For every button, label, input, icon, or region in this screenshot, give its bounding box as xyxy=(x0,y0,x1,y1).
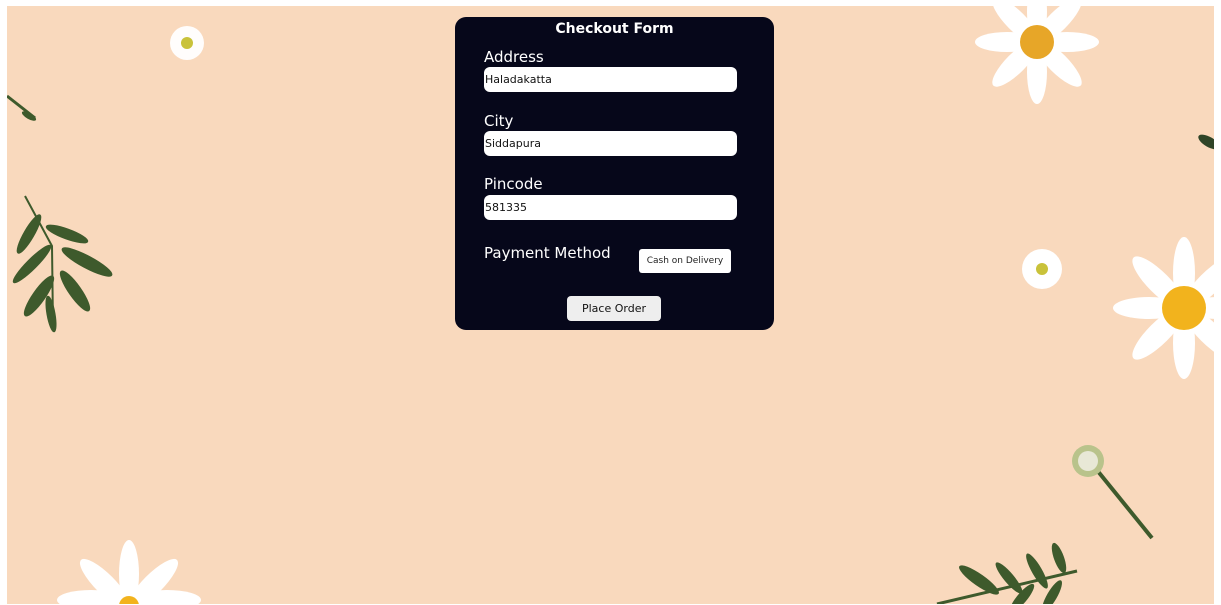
form-title: Checkout Form xyxy=(555,21,674,37)
payment-method-select[interactable]: Cash on Delivery xyxy=(639,249,731,273)
daisy-top-right xyxy=(975,6,1099,104)
leaf-sprig-left-top xyxy=(7,94,37,121)
page-background: Checkout Form Address City Pincode Payme… xyxy=(7,6,1214,604)
address-input[interactable] xyxy=(484,67,737,92)
olive-branch-bottom-right xyxy=(936,542,1078,604)
city-label: City xyxy=(484,112,514,130)
city-input[interactable] xyxy=(484,131,737,156)
small-daisy-top-left xyxy=(170,26,204,60)
daisy-bud xyxy=(1072,445,1154,540)
address-label: Address xyxy=(484,48,544,66)
payment-method-label: Payment Method xyxy=(484,244,611,262)
payment-method-value: Cash on Delivery xyxy=(646,256,724,266)
leaf-right-edge xyxy=(1198,134,1214,150)
place-order-button[interactable]: Place Order xyxy=(567,296,661,321)
daisy-bottom-left xyxy=(57,540,201,604)
olive-branch-left xyxy=(12,195,113,333)
small-daisy-right xyxy=(1022,249,1062,289)
checkout-form: Checkout Form Address City Pincode Payme… xyxy=(455,17,774,330)
pincode-input[interactable] xyxy=(484,195,737,220)
pincode-label: Pincode xyxy=(484,175,543,193)
daisy-right-edge xyxy=(1113,237,1214,379)
